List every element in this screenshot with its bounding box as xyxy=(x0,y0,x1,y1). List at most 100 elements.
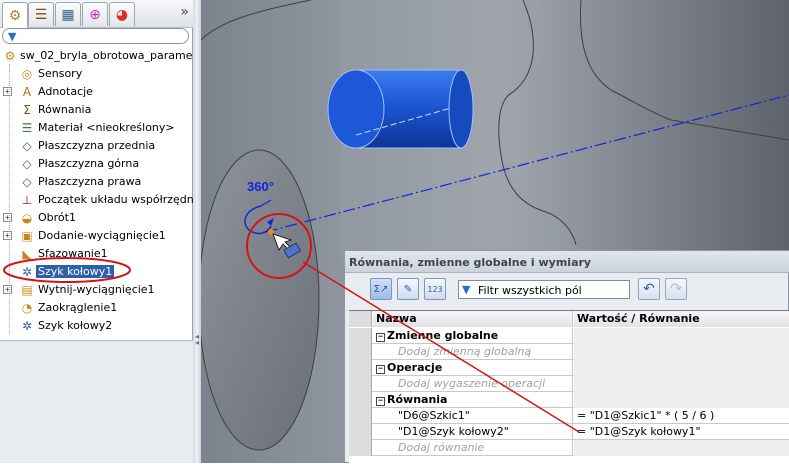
grid-group-row[interactable]: − Równania xyxy=(349,392,789,408)
row-selector[interactable] xyxy=(349,344,372,360)
dimxpert-tab[interactable]: ⊕ xyxy=(82,2,108,26)
tree-item[interactable]: ◔ Zaokrąglenie1 xyxy=(0,299,193,317)
row-selector[interactable] xyxy=(349,392,372,408)
property-manager-tab[interactable]: ☰ xyxy=(28,2,54,26)
sketch-equation-view-button[interactable]: ✎ xyxy=(397,278,419,300)
grid-add-row[interactable]: Dodaj wygaszenie operacji xyxy=(349,376,789,392)
grid-group-row[interactable]: − Operacje xyxy=(349,360,789,376)
tree-item[interactable]: + A Adnotacje xyxy=(0,83,193,101)
fillet-icon: ◔ xyxy=(21,301,33,315)
equation-view-button[interactable]: Σ↗ xyxy=(370,278,392,300)
row-selector[interactable] xyxy=(349,360,372,376)
tree-item[interactable]: Σ Równania xyxy=(0,101,193,119)
row-selector[interactable] xyxy=(349,328,372,344)
feature-tree: ⚙ sw_02_bryla_obrotowa_parametry ◎ Sensor… xyxy=(0,47,214,335)
cell-name[interactable]: − Równania xyxy=(373,392,573,408)
cell-value[interactable] xyxy=(574,360,789,376)
cell-name-text: "D1@Szyk kołowy2" xyxy=(398,425,509,438)
pin-cylinder-face xyxy=(327,69,385,149)
tree-item[interactable]: ◇ Płaszczyzna górna xyxy=(0,155,193,173)
equations-icon: Σ xyxy=(23,103,31,117)
display-manager-tab[interactable]: ◕ xyxy=(109,2,135,26)
cell-value[interactable] xyxy=(574,392,789,408)
redo-icon: ↷ xyxy=(670,281,682,297)
cell-value[interactable]: = "D1@Szyk kołowy1" xyxy=(574,424,789,440)
grid-equation-row[interactable]: "D1@Szyk kołowy2" = "D1@Szyk kołowy1" xyxy=(349,424,789,440)
tree-item[interactable]: ◇ Płaszczyzna prawa xyxy=(0,173,193,191)
tree-item[interactable]: + ▤ Wytnij-wyciągnięcie1 xyxy=(0,281,193,299)
grid-add-row[interactable]: Dodaj zmienną globalną xyxy=(349,344,789,360)
cell-name-text: Dodaj zmienną globalną xyxy=(398,345,532,358)
configuration-manager-tab[interactable]: ▦ xyxy=(55,2,81,26)
tree-item[interactable]: ⊥ Początek układu współrzędnych xyxy=(0,191,214,209)
expand-toggle-icon[interactable]: + xyxy=(3,213,12,222)
grid-add-row[interactable]: Dodaj równanie xyxy=(349,440,789,456)
filter-all-fields-input[interactable]: ▼ Filtr wszystkich pól xyxy=(458,280,630,299)
plane-icon: ◇ xyxy=(22,157,32,171)
expand-toggle-icon[interactable]: + xyxy=(3,285,12,294)
tree-filter-input[interactable]: ▼ xyxy=(2,28,189,44)
dialog-title: Równania, zmienne globalne i wymiary xyxy=(345,251,789,273)
more-tabs-icon[interactable]: » xyxy=(180,4,189,20)
tree-item[interactable]: + ◒ Obrót1 xyxy=(0,209,193,227)
column-header-value[interactable]: Wartość / Równanie xyxy=(574,311,789,327)
display-manager-icon: ◕ xyxy=(115,6,129,23)
row-selector[interactable] xyxy=(349,424,372,440)
cell-value[interactable] xyxy=(574,328,789,344)
manager-tab-strip: ⚙ ☰ ▦ ⊕ ◕ » xyxy=(0,0,193,28)
tree-item[interactable]: ☰ Materiał <nieokreślony> xyxy=(0,119,193,137)
tree-root-part[interactable]: ⚙ sw_02_bryla_obrotowa_parametry xyxy=(0,47,208,65)
tree-item[interactable]: + ▣ Dodanie-wyciągnięcie1 xyxy=(0,227,193,245)
cell-name[interactable]: "D1@Szyk kołowy2" xyxy=(373,424,573,440)
cell-name[interactable]: − Operacje xyxy=(373,360,573,376)
circular-pattern-icon: ✲ xyxy=(21,265,33,279)
row-selector[interactable] xyxy=(349,408,372,424)
cell-name[interactable]: − Zmienne globalne xyxy=(373,328,573,344)
collapse-group-icon[interactable]: − xyxy=(376,333,385,342)
angle-dimension-label[interactable]: 360° xyxy=(247,179,274,194)
tree-item[interactable]: ◎ Sensory xyxy=(0,65,193,83)
cell-name[interactable]: Dodaj wygaszenie operacji xyxy=(373,376,573,392)
feature-tree-tab[interactable]: ⚙ xyxy=(2,2,28,28)
tree-item-label: Płaszczyzna przednia xyxy=(38,139,156,152)
cell-name[interactable]: "D6@Szkic1" xyxy=(373,408,573,424)
grid-group-row[interactable]: − Zmienne globalne xyxy=(349,328,789,344)
tree-item[interactable]: ◣ Sfazowanie1 xyxy=(0,245,193,263)
chamfer-icon: ◣ xyxy=(22,247,32,261)
cell-name[interactable]: Dodaj zmienną globalną xyxy=(373,344,573,360)
cell-value-text: = "D1@Szkic1" * ( 5 / 6 ) xyxy=(577,409,715,422)
cell-value[interactable] xyxy=(574,440,789,456)
grid-corner xyxy=(349,311,372,327)
tree-item-label: Szyk kołowy2 xyxy=(38,319,113,332)
feature-manager-panel: ⚙ ☰ ▦ ⊕ ◕ » ▼ ⚙ sw_02_bryla_obrotowa_par… xyxy=(0,0,214,463)
expand-toggle-icon[interactable]: + xyxy=(3,87,12,96)
cell-name[interactable]: Dodaj równanie xyxy=(373,440,573,456)
dimension-view-button[interactable]: 123 xyxy=(424,278,446,300)
expand-toggle-icon[interactable]: + xyxy=(3,231,12,240)
tree-item-label: Sfazowanie1 xyxy=(38,247,108,260)
tree-item[interactable]: ✲ Szyk kołowy1 xyxy=(0,263,193,281)
annotations-icon: A xyxy=(22,85,32,99)
collapse-group-icon[interactable]: − xyxy=(376,365,385,374)
cell-value[interactable] xyxy=(574,376,789,392)
cell-value[interactable]: = "D1@Szkic1" * ( 5 / 6 ) xyxy=(574,408,789,424)
cell-value-text: = "D1@Szyk kołowy1" xyxy=(577,425,701,438)
configuration-manager-icon: ▦ xyxy=(61,6,75,23)
redo-button: ↷ xyxy=(665,278,687,300)
splitter-grip-icon[interactable]: ◂ ◂ xyxy=(195,333,199,347)
undo-button[interactable]: ↶ xyxy=(638,278,660,300)
sigma-icon: Σ↗ xyxy=(373,283,389,295)
panel-splitter[interactable] xyxy=(193,0,201,463)
material-icon: ☰ xyxy=(21,121,33,135)
row-selector[interactable] xyxy=(349,440,372,456)
group-label: Zmienne globalne xyxy=(387,329,499,342)
tree-item[interactable]: ✲ Szyk kołowy2 xyxy=(0,317,193,335)
plane-icon: ◇ xyxy=(22,175,32,189)
tree-item[interactable]: ◇ Płaszczyzna przednia xyxy=(0,137,193,155)
collapse-group-icon[interactable]: − xyxy=(376,397,385,406)
column-header-name[interactable]: Nazwa xyxy=(373,311,573,327)
cell-value[interactable] xyxy=(574,344,789,360)
grid-equation-row[interactable]: "D6@Szkic1" = "D1@Szkic1" * ( 5 / 6 ) xyxy=(349,408,789,424)
tree-item-label: Płaszczyzna górna xyxy=(38,157,140,170)
row-selector[interactable] xyxy=(349,376,372,392)
